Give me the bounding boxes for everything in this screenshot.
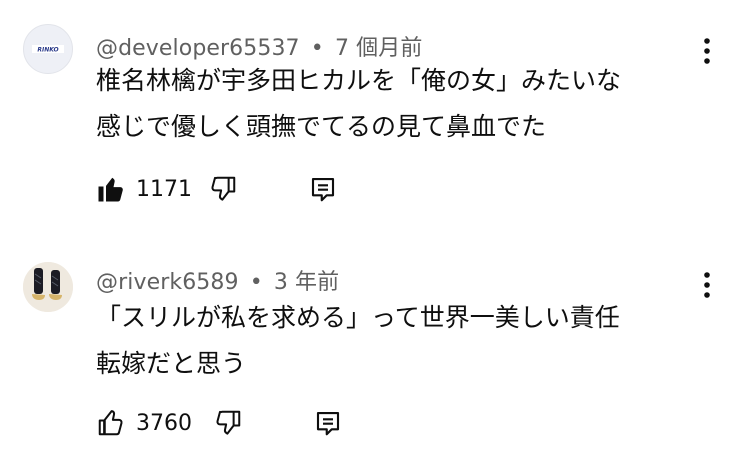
more-vertical-icon: [704, 272, 710, 298]
avatar-logo-icon: RINKO: [32, 45, 64, 54]
like-button[interactable]: 3760: [96, 405, 192, 441]
like-icon: [98, 177, 123, 202]
comment-header: @riverk6589 • 3 年前: [96, 264, 339, 296]
reply-icon: [316, 411, 340, 436]
avatar[interactable]: RINKO: [23, 24, 73, 74]
comment-text: 「スリルが私を求める」って世界一美しい責任 転嫁だと思う: [96, 295, 620, 387]
comment-actions: 3760: [96, 405, 396, 441]
reply-button[interactable]: [313, 405, 343, 441]
comment-text-line: 転嫁だと思う: [96, 349, 247, 378]
author-name[interactable]: @riverk6589: [96, 270, 239, 295]
like-count: 3760: [136, 410, 192, 436]
timestamp[interactable]: 3 年前: [274, 270, 339, 295]
dislike-icon: [216, 410, 241, 435]
more-vertical-icon: [704, 38, 710, 64]
comment-text: 椎名林檎が宇多田ヒカルを「俺の女」みたいな 感じで優しく頭撫でてるの見て鼻血でた: [96, 58, 621, 150]
reply-icon: [311, 177, 335, 202]
avatar-logo-text: RINKO: [37, 47, 58, 54]
comment-actions: 1171: [96, 171, 396, 207]
dislike-button[interactable]: [208, 171, 238, 207]
comment-text-line: 「スリルが私を求める」って世界一美しい責任: [96, 303, 620, 332]
separator: •: [249, 270, 263, 295]
dislike-button[interactable]: [213, 405, 243, 441]
like-icon: [98, 410, 123, 436]
dislike-icon: [211, 176, 236, 201]
avatar[interactable]: [23, 262, 73, 312]
avatar-image-icon: [23, 262, 73, 312]
comment-text-line: 感じで優しく頭撫でてるの見て鼻血でた: [96, 112, 547, 141]
more-options-button[interactable]: [694, 270, 720, 300]
like-button[interactable]: 1171: [96, 171, 192, 207]
comment-text-line: 椎名林檎が宇多田ヒカルを「俺の女」みたいな: [96, 66, 622, 95]
like-count: 1171: [136, 176, 192, 202]
more-options-button[interactable]: [694, 36, 720, 66]
reply-button[interactable]: [308, 171, 338, 207]
